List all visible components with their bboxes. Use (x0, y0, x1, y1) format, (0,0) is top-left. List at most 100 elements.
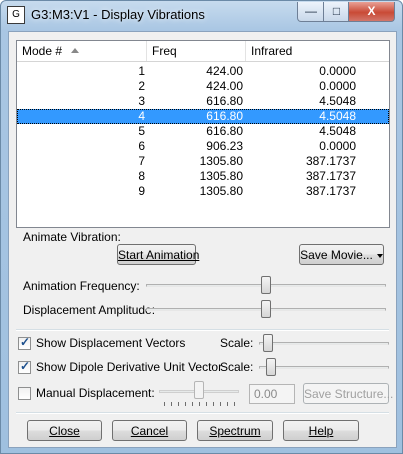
table-row[interactable]: 7 1305.80 387.1737 (17, 154, 389, 169)
table-row[interactable]: 5 616.80 4.5048 (17, 124, 389, 139)
freq-cell: 1305.80 (199, 169, 243, 183)
divider (16, 412, 389, 414)
table-row[interactable]: 2 424.00 0.0000 (17, 79, 389, 94)
table-row[interactable]: 9 1305.80 387.1737 (17, 184, 389, 199)
dropdown-arrow-icon (376, 253, 383, 258)
title-bar[interactable]: G G3:M3:V1 - Display Vibrations — □ X (1, 1, 402, 27)
slider-tick (234, 402, 235, 406)
save-structure-label: Save Structure... (304, 387, 394, 401)
table-row[interactable]: 4 616.80 4.5048 (17, 109, 389, 124)
checkmark-icon: ✓ (20, 335, 31, 349)
mode-cell: 2 (138, 79, 145, 93)
column-header-freq-label: Freq (152, 44, 177, 58)
mode-cell: 6 (138, 139, 145, 153)
minimize-button[interactable]: — (297, 2, 325, 22)
mode-cell: 9 (138, 184, 145, 198)
vectors-scale-track[interactable] (259, 342, 389, 345)
close-button[interactable]: Close (27, 420, 102, 441)
slider-tick (206, 402, 207, 406)
help-label: Help (308, 424, 334, 438)
freq-cell: 1305.80 (199, 184, 243, 198)
vibration-modes-table[interactable]: Mode # Freq Infrared 1 424.00 0.0000 2 424.0… (16, 40, 390, 228)
spectrum-button[interactable]: Spectrum (197, 420, 273, 441)
infrared-cell: 4.5048 (319, 124, 356, 138)
slider-tick (178, 402, 179, 406)
infrared-cell: 0.0000 (319, 64, 356, 78)
manual-displacement-value-field[interactable]: 0.00 (249, 384, 295, 404)
show-vectors-label: Show Displacement Vectors (36, 336, 186, 350)
dialog-body: Mode # Freq Infrared 1 424.00 0.0000 2 424.0… (8, 31, 397, 448)
help-button[interactable]: Help (283, 420, 359, 441)
animation-frequency-slider-thumb[interactable] (261, 276, 271, 294)
infrared-cell: 4.5048 (319, 109, 356, 123)
infrared-cell: 387.1737 (305, 169, 356, 183)
show-dipole-label: Show Dipole Derivative Unit Vector (36, 360, 223, 374)
table-row[interactable]: 1 424.00 0.0000 (17, 64, 389, 79)
show-vectors-checkbox[interactable]: ✓ (18, 335, 31, 350)
sort-ascending-icon (71, 48, 79, 53)
slider-tick (185, 402, 186, 406)
slider-tick (171, 402, 172, 406)
freq-cell: 424.00 (206, 64, 243, 78)
manual-displacement-label: Manual Displacement: (36, 386, 155, 400)
infrared-cell: 4.5048 (319, 94, 356, 108)
start-animation-button[interactable]: Start Animation (117, 244, 200, 265)
table-row[interactable]: 6 906.23 0.0000 (17, 139, 389, 154)
infrared-cell: 387.1737 (305, 184, 356, 198)
vectors-scale-label: Scale: (220, 336, 254, 350)
mode-cell: 1 (138, 64, 145, 78)
freq-cell: 616.80 (206, 109, 243, 123)
divider (16, 329, 389, 331)
freq-cell: 1305.80 (199, 154, 243, 168)
window-title: G3:M3:V1 - Display Vibrations (31, 7, 205, 22)
dipole-scale-slider-thumb[interactable] (266, 358, 276, 376)
dipole-scale-track[interactable] (259, 366, 389, 369)
infrared-cell: 387.1737 (305, 154, 356, 168)
animation-frequency-label: Animation Frequency: (23, 279, 140, 293)
mode-cell: 8 (138, 169, 145, 183)
column-header-mode[interactable]: Mode # (17, 41, 147, 61)
column-header-mode-label: Mode # (22, 44, 63, 58)
mode-cell: 3 (138, 94, 145, 108)
displacement-amplitude-label: Displacement Amplitude: (23, 303, 156, 317)
manual-displacement-ticks (159, 402, 239, 407)
infrared-cell: 0.0000 (319, 79, 356, 93)
save-structure-button[interactable]: Save Structure... (303, 383, 393, 404)
dialog-window: G G3:M3:V1 - Display Vibrations — □ X Mo… (0, 0, 403, 454)
infrared-cell: 0.0000 (319, 139, 356, 153)
dipole-scale-label: Scale: (220, 360, 254, 374)
displacement-amplitude-slider-thumb[interactable] (261, 300, 271, 318)
slider-tick (213, 402, 214, 406)
manual-displacement-slider-thumb[interactable] (194, 381, 204, 399)
close-label: Close (49, 424, 80, 438)
gaussview-app-icon: G (7, 6, 25, 24)
show-dipole-checkbox[interactable]: ✓ (18, 359, 31, 374)
slider-tick (227, 402, 228, 406)
checkmark-icon: ✓ (20, 359, 31, 373)
column-header-infrared[interactable]: Infrared (246, 41, 389, 61)
mode-cell: 5 (138, 124, 145, 138)
freq-cell: 616.80 (206, 124, 243, 138)
freq-cell: 906.23 (206, 139, 243, 153)
mode-cell: 7 (138, 154, 145, 168)
table-header: Mode # Freq Infrared (17, 41, 389, 62)
spectrum-label: Spectrum (209, 424, 261, 438)
freq-cell: 616.80 (206, 94, 243, 108)
table-row[interactable]: 8 1305.80 387.1737 (17, 169, 389, 184)
manual-displacement-checkbox[interactable]: ✓ (18, 387, 31, 400)
save-movie-button[interactable]: Save Movie... (299, 244, 384, 265)
maximize-button[interactable]: □ (323, 2, 350, 22)
freq-cell: 424.00 (206, 79, 243, 93)
vectors-scale-slider-thumb[interactable] (263, 334, 273, 352)
start-animation-label: Start Animation (118, 248, 200, 262)
close-window-button[interactable]: X (348, 2, 395, 22)
cancel-button[interactable]: Cancel (112, 420, 187, 441)
slider-tick (164, 402, 165, 406)
slider-tick (220, 402, 221, 406)
animate-vibration-group-label: Animate Vibration: (23, 230, 121, 244)
save-movie-label: Save Movie... (300, 248, 373, 262)
table-row[interactable]: 3 616.80 4.5048 (17, 94, 389, 109)
column-header-freq[interactable]: Freq (147, 41, 246, 61)
column-header-infrared-label: Infrared (251, 44, 293, 58)
mode-cell: 4 (138, 109, 145, 123)
